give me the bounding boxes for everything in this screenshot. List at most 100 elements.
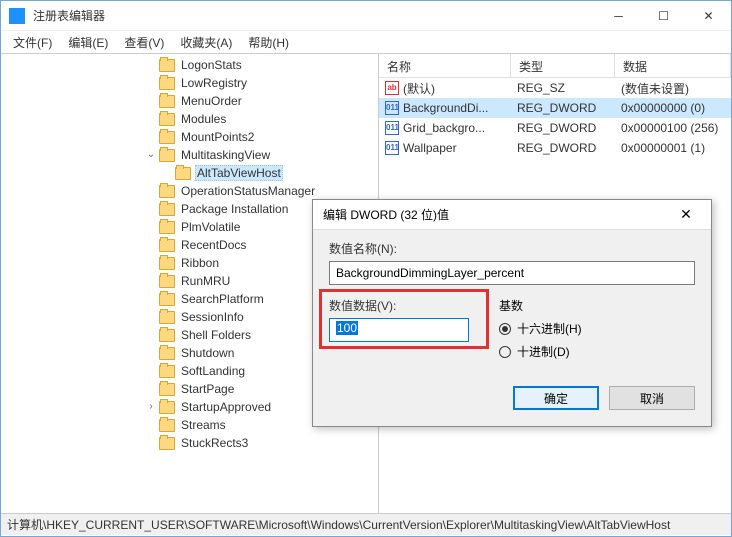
tree-expander-icon[interactable]: ⌄ bbox=[145, 149, 157, 161]
folder-icon bbox=[159, 419, 175, 432]
close-button[interactable]: ✕ bbox=[686, 1, 731, 31]
tree-item[interactable]: MenuOrder bbox=[1, 92, 378, 110]
tree-expander-icon bbox=[145, 221, 157, 233]
window-title: 注册表编辑器 bbox=[33, 7, 596, 24]
tree-item-label: Ribbon bbox=[179, 256, 221, 270]
tree-item[interactable]: AltTabViewHost bbox=[1, 164, 378, 182]
tree-item[interactable]: OperationStatusManager bbox=[1, 182, 378, 200]
list-header: 名称 类型 数据 bbox=[379, 54, 731, 78]
cell-data: 0x00000000 (0) bbox=[615, 99, 731, 117]
tree-expander-icon bbox=[145, 95, 157, 107]
cell-type: REG_DWORD bbox=[511, 139, 615, 157]
tree-item-label: Package Installation bbox=[179, 202, 290, 216]
cancel-button[interactable]: 取消 bbox=[609, 386, 695, 410]
list-row[interactable]: ab(默认)REG_SZ(数值未设置) bbox=[379, 78, 731, 98]
cell-type: REG_DWORD bbox=[511, 99, 615, 117]
radio-dec-label: 十进制(D) bbox=[517, 343, 570, 360]
cell-data: 0x00000001 (1) bbox=[615, 139, 731, 157]
dialog-close-button[interactable]: ✕ bbox=[671, 206, 701, 223]
value-data-input[interactable]: 100 bbox=[329, 318, 469, 342]
tree-item[interactable]: LogonStats bbox=[1, 56, 378, 74]
tree-item-label: AltTabViewHost bbox=[195, 165, 283, 181]
menu-help[interactable]: 帮助(H) bbox=[240, 32, 297, 53]
tree-item-label: MenuOrder bbox=[179, 94, 244, 108]
tree-item-label: LogonStats bbox=[179, 58, 244, 72]
tree-item-label: MountPoints2 bbox=[179, 130, 256, 144]
reg-sz-icon: ab bbox=[385, 81, 399, 95]
menu-file[interactable]: 文件(F) bbox=[5, 32, 60, 53]
cell-name: ab(默认) bbox=[379, 78, 511, 99]
tree-expander-icon bbox=[145, 59, 157, 71]
dialog-titlebar[interactable]: 编辑 DWORD (32 位)值 ✕ bbox=[313, 200, 711, 230]
tree-expander-icon[interactable]: › bbox=[145, 401, 157, 413]
value-name-input[interactable] bbox=[329, 261, 695, 285]
radio-dec-dot bbox=[499, 346, 511, 358]
tree-expander-icon bbox=[161, 167, 173, 179]
tree-item-label: SearchPlatform bbox=[179, 292, 266, 306]
cell-name: 011Grid_backgro... bbox=[379, 119, 511, 137]
folder-icon bbox=[159, 131, 175, 144]
folder-icon bbox=[159, 383, 175, 396]
reg-dword-icon: 011 bbox=[385, 121, 399, 135]
folder-icon bbox=[175, 167, 191, 180]
tree-expander-icon bbox=[145, 113, 157, 125]
col-header-data[interactable]: 数据 bbox=[615, 54, 731, 77]
tree-item[interactable]: MountPoints2 bbox=[1, 128, 378, 146]
folder-icon bbox=[159, 437, 175, 450]
tree-item[interactable]: ⌄MultitaskingView bbox=[1, 146, 378, 164]
tree-expander-icon bbox=[145, 329, 157, 341]
folder-icon bbox=[159, 221, 175, 234]
folder-icon bbox=[159, 347, 175, 360]
tree-expander-icon bbox=[145, 311, 157, 323]
tree-expander-icon bbox=[145, 383, 157, 395]
menu-favorites[interactable]: 收藏夹(A) bbox=[172, 32, 240, 53]
folder-icon bbox=[159, 203, 175, 216]
tree-item-label: Modules bbox=[179, 112, 228, 126]
tree-item-label: PlmVolatile bbox=[179, 220, 242, 234]
cell-name: 011Wallpaper bbox=[379, 139, 511, 157]
edit-dword-dialog: 编辑 DWORD (32 位)值 ✕ 数值名称(N): 数值数据(V): 100… bbox=[312, 199, 712, 427]
window-titlebar: 注册表编辑器 ─ ☐ ✕ bbox=[1, 1, 731, 31]
cell-type: REG_DWORD bbox=[511, 119, 615, 137]
folder-icon bbox=[159, 257, 175, 270]
radio-dec[interactable]: 十进制(D) bbox=[499, 343, 582, 360]
radio-hex[interactable]: 十六进制(H) bbox=[499, 320, 582, 337]
menu-edit[interactable]: 编辑(E) bbox=[60, 32, 116, 53]
folder-icon bbox=[159, 275, 175, 288]
tree-expander-icon bbox=[145, 365, 157, 377]
tree-expander-icon bbox=[145, 419, 157, 431]
tree-item-label: Shell Folders bbox=[179, 328, 253, 342]
tree-item[interactable]: StuckRects3 bbox=[1, 434, 378, 452]
col-header-type[interactable]: 类型 bbox=[511, 54, 615, 77]
folder-icon bbox=[159, 329, 175, 342]
maximize-button[interactable]: ☐ bbox=[641, 1, 686, 31]
tree-item[interactable]: Modules bbox=[1, 110, 378, 128]
cell-data: 0x00000100 (256) bbox=[615, 119, 731, 137]
folder-icon bbox=[159, 365, 175, 378]
menubar: 文件(F) 编辑(E) 查看(V) 收藏夹(A) 帮助(H) bbox=[1, 31, 731, 53]
menu-view[interactable]: 查看(V) bbox=[116, 32, 172, 53]
list-row[interactable]: 011Grid_backgro...REG_DWORD0x00000100 (2… bbox=[379, 118, 731, 138]
folder-icon bbox=[159, 401, 175, 414]
tree-item-label: Streams bbox=[179, 418, 228, 432]
minimize-button[interactable]: ─ bbox=[596, 1, 641, 31]
folder-icon bbox=[159, 239, 175, 252]
value-data-label: 数值数据(V): bbox=[329, 297, 469, 314]
list-row[interactable]: 011BackgroundDi...REG_DWORD0x00000000 (0… bbox=[379, 98, 731, 118]
dialog-title: 编辑 DWORD (32 位)值 bbox=[323, 206, 671, 223]
tree-expander-icon bbox=[145, 239, 157, 251]
ok-button[interactable]: 确定 bbox=[513, 386, 599, 410]
tree-item-label: RunMRU bbox=[179, 274, 232, 288]
statusbar: 计算机\HKEY_CURRENT_USER\SOFTWARE\Microsoft… bbox=[1, 513, 731, 535]
tree-item-label: StuckRects3 bbox=[179, 436, 250, 450]
tree-item[interactable]: LowRegistry bbox=[1, 74, 378, 92]
folder-icon bbox=[159, 95, 175, 108]
tree-item-label: StartPage bbox=[179, 382, 236, 396]
value-name-label: 数值名称(N): bbox=[329, 240, 695, 257]
col-header-name[interactable]: 名称 bbox=[379, 54, 511, 77]
tree-item-label: RecentDocs bbox=[179, 238, 248, 252]
statusbar-path: 计算机\HKEY_CURRENT_USER\SOFTWARE\Microsoft… bbox=[7, 516, 670, 533]
tree-expander-icon bbox=[145, 77, 157, 89]
list-row[interactable]: 011WallpaperREG_DWORD0x00000001 (1) bbox=[379, 138, 731, 158]
tree-expander-icon bbox=[145, 275, 157, 287]
